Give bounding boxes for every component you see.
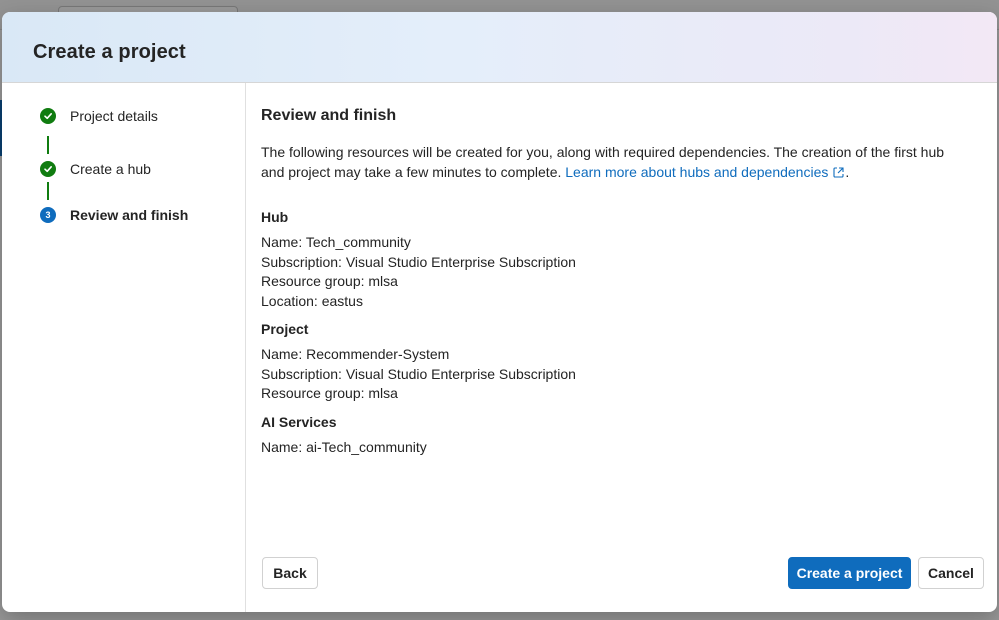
step-label: Review and finish [70,207,189,223]
project-name: Name: Recommender-System [261,346,450,362]
create-project-dialog: Create a project Project details Create … [2,12,997,612]
ai-services-section-title: AI Services [261,414,337,430]
step-project-details[interactable]: Project details [40,106,158,126]
dialog-title: Create a project [33,41,186,63]
learn-more-link[interactable]: Learn more about hubs and dependencies [565,164,845,180]
step-number-icon: 3 [40,207,56,223]
create-project-button[interactable]: Create a project [788,557,911,589]
project-resource-group: Resource group: mlsa [261,385,398,401]
step-connector [47,182,49,200]
review-content: Review and finish The following resource… [261,83,984,612]
back-button[interactable]: Back [262,557,318,589]
hub-section-title: Hub [261,209,289,225]
ai-services-name: Name: ai-Tech_community [261,439,427,455]
step-review-finish[interactable]: 3 Review and finish [40,205,188,225]
hub-subscription: Subscription: Visual Studio Enterprise S… [261,254,576,270]
wizard-steps: Project details Create a hub 3 Review an… [2,83,246,612]
check-icon [40,108,56,124]
cancel-button[interactable]: Cancel [918,557,984,589]
check-icon [40,161,56,177]
hub-location: Location: eastus [261,293,363,309]
step-label: Create a hub [70,161,151,177]
dialog-header: Create a project [2,12,997,83]
step-label: Project details [70,108,158,124]
hub-name: Name: Tech_community [261,234,411,250]
step-connector [47,136,49,154]
intro-text: The following resources will be created … [261,142,971,184]
external-link-icon [832,164,845,184]
project-section-title: Project [261,321,309,337]
hub-resource-group: Resource group: mlsa [261,273,398,289]
section-title: Review and finish [261,107,397,124]
project-subscription: Subscription: Visual Studio Enterprise S… [261,366,576,382]
step-create-hub[interactable]: Create a hub [40,159,151,179]
